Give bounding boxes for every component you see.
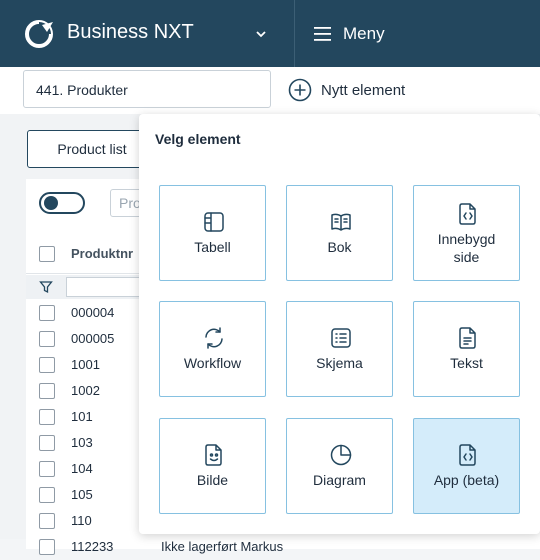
add-circle-icon: [288, 78, 312, 102]
tile-label: Tabell: [194, 239, 231, 255]
filter-input[interactable]: [66, 277, 146, 297]
product-number: 1001: [71, 357, 100, 372]
product-number: 101: [71, 409, 93, 424]
image-icon: [205, 444, 222, 466]
row-checkbox[interactable]: [39, 409, 55, 425]
embedded-page-icon: [459, 203, 476, 225]
tile-innebygd-side[interactable]: Innebygd side: [413, 185, 520, 281]
product-number: 1002: [71, 383, 100, 398]
new-element-button[interactable]: Nytt element: [288, 78, 405, 102]
column-header-produktnr[interactable]: Produktnr: [71, 246, 133, 261]
tile-label: App (beta): [433, 472, 500, 488]
tile-label: Workflow: [183, 355, 242, 371]
page-toolbar: 441. Produkter Nytt element: [0, 67, 540, 114]
view-toggle[interactable]: [39, 192, 85, 214]
tile-bok[interactable]: Bok: [286, 185, 393, 281]
tile-label: Diagram: [313, 472, 366, 488]
product-number: 105: [71, 487, 93, 502]
table-icon: [204, 212, 224, 232]
divider: [294, 0, 295, 67]
tile-tabell[interactable]: Tabell: [159, 185, 266, 281]
chevron-down-icon[interactable]: [254, 27, 268, 41]
tile-label: Innebygd side: [437, 231, 496, 265]
top-bar: Business NXT Meny: [0, 0, 540, 67]
text-icon: [459, 327, 476, 349]
tile-tekst[interactable]: Tekst: [413, 301, 520, 397]
tile-workflow[interactable]: Workflow: [159, 301, 266, 397]
hamburger-icon[interactable]: [313, 26, 333, 42]
logo-icon: [25, 20, 53, 48]
tile-label: Tekst: [450, 355, 483, 371]
popup-title: Velg element: [155, 131, 241, 147]
tile-bilde[interactable]: Bilde: [159, 418, 266, 514]
page-selector-input[interactable]: 441. Produkter: [23, 70, 271, 108]
filter-icon[interactable]: [39, 280, 53, 294]
app-icon: [459, 444, 476, 466]
tile-label: Bok: [327, 239, 352, 255]
row-checkbox[interactable]: [39, 305, 55, 321]
product-number: 000004: [71, 305, 115, 320]
table-row[interactable]: 112233 Ikke lagerført Markus: [26, 534, 540, 560]
menu-button[interactable]: Meny: [343, 24, 385, 44]
tile-skjema[interactable]: Skjema: [286, 301, 393, 397]
product-number: 110: [71, 513, 92, 528]
row-checkbox[interactable]: [39, 461, 55, 477]
row-checkbox[interactable]: [39, 435, 55, 451]
new-element-label: Nytt element: [321, 81, 406, 99]
tile-label: Skjema: [316, 355, 363, 371]
select-element-popup: Velg element Tabell Bok Innebygd side Workf…: [139, 114, 540, 534]
company-selector[interactable]: Business NXT: [67, 21, 194, 44]
product-number: 104: [71, 461, 93, 476]
row-checkbox[interactable]: [39, 331, 55, 347]
chart-icon: [330, 444, 352, 466]
workflow-icon: [205, 327, 223, 349]
row-checkbox[interactable]: [39, 539, 55, 555]
book-icon: [331, 213, 351, 231]
row-checkbox[interactable]: [39, 383, 55, 399]
product-number: 112233: [71, 539, 114, 554]
row-checkbox[interactable]: [39, 357, 55, 373]
select-all-checkbox[interactable]: [39, 246, 55, 262]
tile-diagram[interactable]: Diagram: [286, 418, 393, 514]
row-checkbox[interactable]: [39, 487, 55, 503]
product-number: 103: [71, 435, 93, 450]
product-number: 000005: [71, 331, 115, 346]
form-icon: [331, 328, 351, 348]
tile-label: Bilde: [196, 472, 229, 488]
tab-product-list[interactable]: Product list: [27, 130, 157, 168]
tile-app-beta[interactable]: App (beta): [413, 418, 520, 514]
product-name: Ikke lagerført Markus: [161, 539, 284, 554]
row-checkbox[interactable]: [39, 513, 55, 529]
